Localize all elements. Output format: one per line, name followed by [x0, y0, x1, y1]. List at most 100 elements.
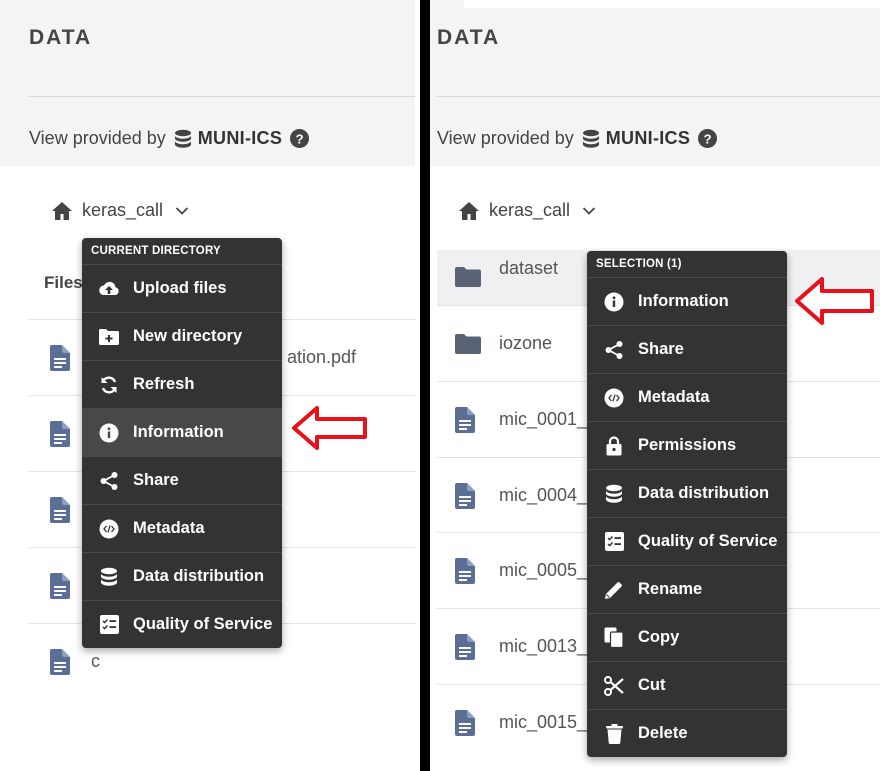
- folder-plus-icon: [98, 326, 120, 348]
- file-name[interactable]: ation.pdf: [287, 347, 356, 368]
- qos-icon: [603, 531, 625, 553]
- header: DATA View provided by MUNI-ICS ?: [0, 0, 415, 166]
- menu-item-metadata[interactable]: Metadata: [82, 504, 282, 552]
- folder-icon: [455, 333, 481, 354]
- menu-item-label: Quality of Service: [638, 532, 778, 550]
- lock-icon: [603, 435, 625, 457]
- folder-name[interactable]: dataset: [499, 258, 558, 279]
- menu-item-information[interactable]: Information: [82, 408, 282, 456]
- chevron-down-icon[interactable]: [175, 206, 189, 216]
- file-name[interactable]: mic_0004_5: [499, 485, 597, 506]
- menu-item-label: Metadata: [133, 519, 205, 537]
- menu-item-share[interactable]: Share: [82, 456, 282, 504]
- context-menu-current-directory: CURRENT DIRECTORY Upload files New direc…: [82, 238, 282, 648]
- menu-item-label: Quality of Service: [133, 615, 273, 633]
- top-strip: [464, 0, 880, 8]
- files-label: Files: [44, 273, 83, 292]
- home-icon[interactable]: [458, 201, 480, 221]
- menu-item-share[interactable]: Share: [587, 325, 787, 373]
- divider: [437, 96, 880, 97]
- menu-item-refresh[interactable]: Refresh: [82, 360, 282, 408]
- annotation-arrow-icon: [292, 406, 367, 450]
- file-icon: [50, 648, 70, 675]
- database-icon: [582, 129, 600, 149]
- file-name[interactable]: c: [91, 651, 100, 672]
- chevron-down-icon[interactable]: [582, 206, 596, 216]
- copy-icon: [603, 627, 625, 649]
- breadcrumb[interactable]: keras_call: [51, 200, 189, 221]
- menu-item-quality-of-service[interactable]: Quality of Service: [82, 600, 282, 648]
- file-name[interactable]: mic_0005_7: [499, 560, 597, 581]
- menu-item-label: Upload files: [133, 279, 227, 297]
- menu-item-label: Data distribution: [133, 567, 265, 585]
- menu-header: CURRENT DIRECTORY: [91, 245, 221, 257]
- menu-item-metadata[interactable]: Metadata: [587, 373, 787, 421]
- svg-text:?: ?: [704, 131, 712, 146]
- menu-item-quality-of-service[interactable]: Quality of Service: [587, 517, 787, 565]
- share-icon: [98, 470, 120, 492]
- scissors-icon: [603, 675, 625, 697]
- metadata-icon: [98, 518, 120, 540]
- home-icon[interactable]: [51, 201, 73, 221]
- share-icon: [603, 339, 625, 361]
- menu-item-label: Refresh: [133, 375, 195, 393]
- menu-item-label: Share: [638, 340, 684, 358]
- page-title: DATA: [437, 26, 501, 49]
- database-icon: [174, 129, 192, 149]
- page-title: DATA: [29, 26, 93, 49]
- folder-name[interactable]: iozone: [499, 333, 552, 354]
- menu-item-upload-files[interactable]: Upload files: [82, 264, 282, 312]
- file-icon: [455, 406, 475, 433]
- info-icon: [603, 291, 625, 313]
- menu-item-rename[interactable]: Rename: [587, 565, 787, 613]
- breadcrumb[interactable]: keras_call: [458, 200, 596, 221]
- file-name[interactable]: mic_0001_2: [499, 409, 597, 430]
- trash-icon: [603, 723, 625, 745]
- file-name[interactable]: mic_0013_1: [499, 636, 597, 657]
- file-name[interactable]: mic_0015_: [499, 712, 587, 733]
- info-icon: [98, 422, 120, 444]
- qos-icon: [98, 614, 120, 636]
- menu-item-label: Data distribution: [638, 484, 770, 502]
- breadcrumb-current[interactable]: keras_call: [82, 200, 163, 221]
- menu-item-delete[interactable]: Delete: [587, 709, 787, 757]
- menu-item-new-directory[interactable]: New directory: [82, 312, 282, 360]
- file-icon: [50, 496, 70, 523]
- menu-item-data-distribution[interactable]: Data distribution: [587, 469, 787, 517]
- folder-icon: [455, 267, 481, 287]
- menu-item-cut[interactable]: Cut: [587, 661, 787, 709]
- annotation-arrow-icon: [795, 277, 874, 325]
- menu-item-label: Cut: [638, 676, 666, 694]
- left-panel: DATA View provided by MUNI-ICS ? keras_c…: [0, 0, 415, 771]
- right-panel: DATA View provided by MUNI-ICS ? keras_c…: [430, 0, 880, 771]
- provider-info: View provided by MUNI-ICS ?: [29, 128, 310, 149]
- svg-text:?: ?: [296, 131, 304, 146]
- header: DATA View provided by MUNI-ICS ?: [430, 0, 880, 166]
- file-icon: [50, 344, 70, 371]
- menu-item-label: Delete: [638, 724, 688, 742]
- metadata-icon: [603, 387, 625, 409]
- database-icon: [603, 483, 625, 505]
- pencil-icon: [603, 579, 625, 601]
- file-icon: [50, 572, 70, 599]
- menu-item-label: Rename: [638, 580, 703, 598]
- help-icon[interactable]: ?: [290, 129, 310, 148]
- menu-item-data-distribution[interactable]: Data distribution: [82, 552, 282, 600]
- menu-item-information[interactable]: Information: [587, 277, 787, 325]
- menu-item-copy[interactable]: Copy: [587, 613, 787, 661]
- menu-header: SELECTION (1): [596, 258, 682, 270]
- context-menu-selection: SELECTION (1) Information Share Metadata…: [587, 251, 787, 757]
- menu-item-permissions[interactable]: Permissions: [587, 421, 787, 469]
- file-icon: [455, 557, 475, 584]
- file-icon: [455, 633, 475, 660]
- menu-item-label: Information: [133, 423, 224, 441]
- file-icon: [455, 709, 475, 736]
- provider-info: View provided by MUNI-ICS ?: [437, 128, 718, 149]
- menu-item-label: Metadata: [638, 388, 710, 406]
- help-icon[interactable]: ?: [698, 129, 718, 148]
- provider-name: MUNI-ICS: [197, 128, 283, 148]
- breadcrumb-current[interactable]: keras_call: [489, 200, 570, 221]
- provider-prefix: View provided by: [437, 128, 574, 148]
- database-icon: [98, 566, 120, 588]
- menu-item-label: Information: [638, 292, 729, 310]
